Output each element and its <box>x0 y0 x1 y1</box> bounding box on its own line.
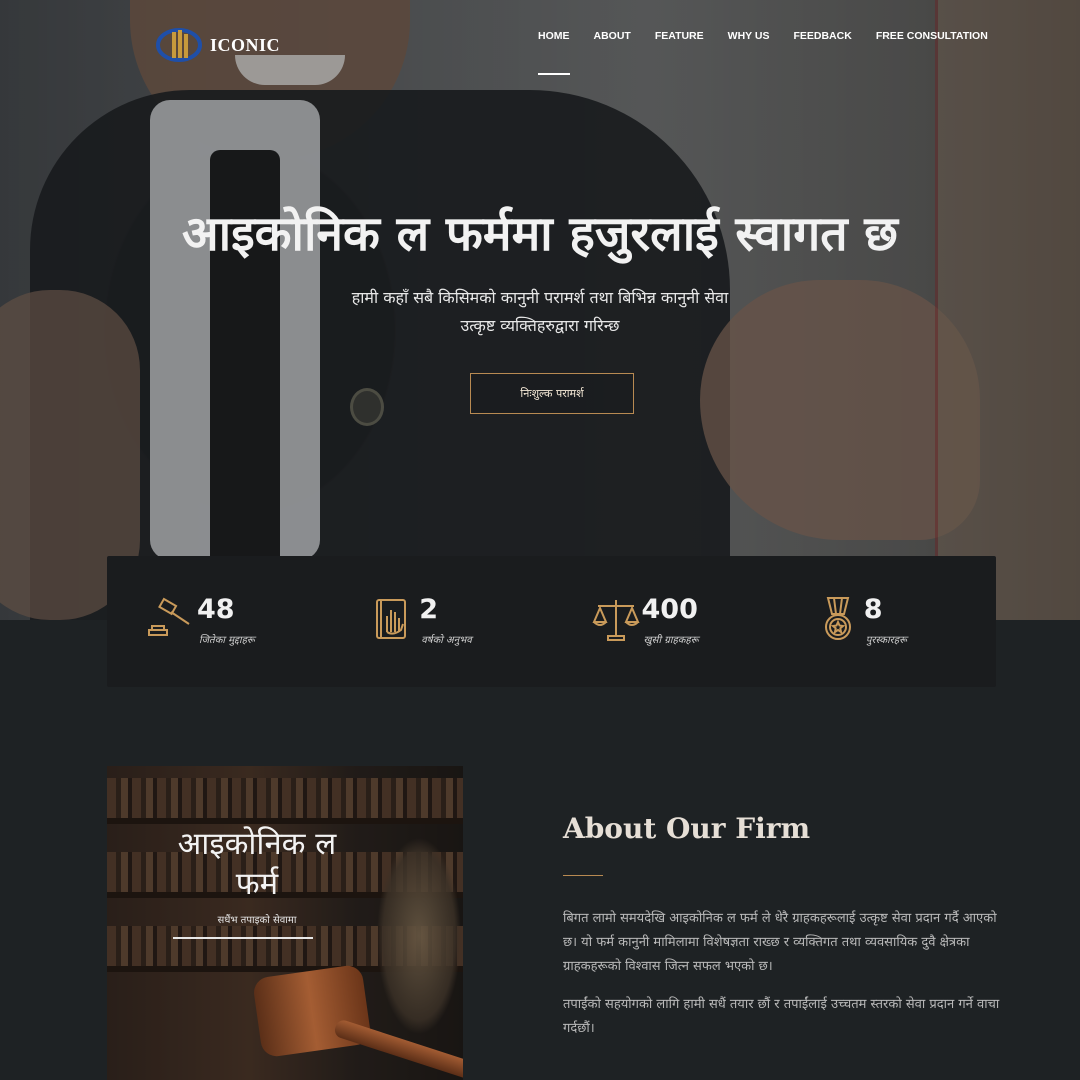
hero-subtitle: हामी कहाँ सबै किसिमको कानुनी परामर्श तथा… <box>320 284 760 340</box>
stat-value: 8 <box>863 594 883 625</box>
stats-bar: 48 जितेका मुद्दाहरू 2 वर्षको अनुभव 400 ख… <box>107 556 996 687</box>
nav-free-consultation[interactable]: FREE CONSULTATION <box>876 30 988 42</box>
hero-section: ICONIC HOME ABOUT FEATURE WHY US FEEDBAC… <box>0 0 1080 620</box>
stat-experience: 2 वर्षको अनुभव <box>329 556 551 687</box>
about-heading: About Our Firm <box>563 812 811 845</box>
free-consultation-button[interactable]: निःशुल्क परामर्श <box>470 373 634 414</box>
nav-feedback[interactable]: FEEDBACK <box>793 30 851 42</box>
nav-why-us[interactable]: WHY US <box>728 30 770 42</box>
stat-cases-won: 48 जितेका मुद्दाहरू <box>107 556 329 687</box>
logo-icon <box>156 28 202 62</box>
gavel-head <box>251 963 373 1059</box>
about-heading-rule <box>563 875 603 876</box>
book-hand-icon <box>376 599 407 639</box>
medal-icon <box>824 597 851 640</box>
about-paragraph-1: बिगत लामो समयदेखि आइकोनिक ल फर्म ले धेरै… <box>563 911 997 974</box>
about-image-title: आइकोनिक ल फर्म <box>107 824 407 904</box>
stat-label: वर्षको अनुभव <box>421 635 472 646</box>
stat-happy-clients: 400 खुसी ग्राहकहरू <box>552 556 774 687</box>
scales-icon <box>591 600 640 641</box>
main-menu: HOME ABOUT FEATURE WHY US FEEDBACK FREE … <box>538 30 1012 42</box>
stat-value: 400 <box>641 594 698 625</box>
hero-subtitle-line-1: हामी कहाँ सबै किसिमको कानुनी परामर्श तथा… <box>351 288 729 307</box>
nav-about[interactable]: ABOUT <box>594 30 631 42</box>
about-image-tagline: सधैंभ तपाइको सेवामा <box>217 915 297 926</box>
gavel-icon <box>148 597 190 636</box>
stat-label: खुसी ग्राहकहरू <box>643 635 699 646</box>
hero-subtitle-line-2: उत्कृष्ट व्यक्तिहरुद्वारा गरिन्छ <box>460 316 620 335</box>
brand-name: ICONIC <box>210 34 281 55</box>
brand-logo[interactable]: ICONIC <box>156 26 280 64</box>
about-image-title-line-1: आइकोनिक ल <box>177 826 337 862</box>
nav-feature[interactable]: FEATURE <box>655 30 704 42</box>
about-image-title-line-2: फर्म <box>235 866 279 902</box>
active-nav-indicator <box>538 73 570 75</box>
stat-label: जितेका मुद्दाहरू <box>199 635 255 646</box>
stat-label: पुरस्कारहरू <box>865 635 907 646</box>
about-image-underline <box>173 937 313 939</box>
stat-value: 2 <box>419 594 439 625</box>
nav-home[interactable]: HOME <box>538 30 570 42</box>
hero-title: आइकोनिक ल फर्ममा हजुरलाई स्वागत छ <box>182 206 898 262</box>
stat-value: 48 <box>197 594 235 625</box>
about-paragraph-2: तपाईंको सहयोगको लागि हामी सधैं तयार छौं … <box>563 997 1000 1036</box>
about-image: आइकोनिक ल फर्म सधैंभ तपाइको सेवामा <box>107 766 463 1080</box>
top-navbar: ICONIC HOME ABOUT FEATURE WHY US FEEDBAC… <box>0 0 1080 80</box>
stat-awards: 8 पुरस्कारहरू <box>774 556 996 687</box>
